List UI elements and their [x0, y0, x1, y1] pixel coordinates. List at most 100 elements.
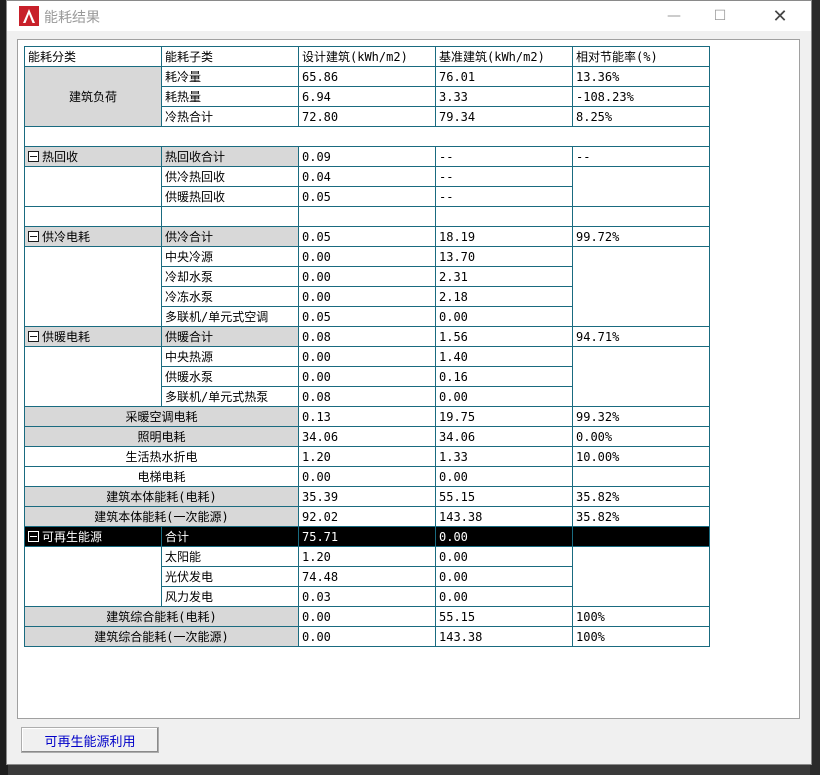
design-value-cell: 0.00 [298, 246, 436, 267]
baseline-value-cell: 34.06 [435, 426, 573, 447]
category-cell-heat-recovery[interactable]: 热回收 [24, 146, 162, 167]
baseline-value-cell: 2.31 [435, 266, 573, 287]
baseline-value-cell: 1.33 [435, 446, 573, 467]
summary-label-cell: 建筑本体能耗(电耗) [24, 486, 299, 507]
spacer-cell [435, 206, 573, 227]
baseline-value-cell: 0.00 [435, 526, 573, 547]
table-row[interactable]: 中央冷源 0.00 13.70 [24, 246, 710, 327]
saving-rate-cell: -- [572, 146, 710, 167]
subcategory-cell: 冷却水泵 [161, 266, 299, 287]
design-value-cell: 34.06 [298, 426, 436, 447]
subcategory-cell: 耗冷量 [161, 66, 299, 87]
baseline-value-cell: 0.00 [435, 546, 573, 567]
subcategory-cell: 太阳能 [161, 546, 299, 567]
table-row[interactable]: 中央热源 0.00 1.40 [24, 346, 710, 407]
header-cell: 能耗子类 [161, 46, 299, 67]
design-value-cell: 1.20 [298, 546, 436, 567]
saving-rate-cell: 13.36% [572, 66, 710, 87]
baseline-value-cell: 143.38 [435, 626, 573, 647]
close-button[interactable]: ✕ [757, 1, 803, 31]
design-value-cell: 0.00 [298, 286, 436, 307]
title-bar[interactable]: 能耗结果 — ☐ ✕ [7, 1, 811, 31]
summary-label-cell: 采暖空调电耗 [24, 406, 299, 427]
renewable-energy-use-button[interactable]: 可再生能源利用 [21, 727, 159, 753]
design-value-cell: 65.86 [298, 66, 436, 87]
subcategory-cell: 供暖水泵 [161, 366, 299, 387]
table-row[interactable]: 生活热水折电 1.20 1.33 10.00% [24, 446, 710, 467]
summary-label-cell: 照明电耗 [24, 426, 299, 447]
spacer-cell [298, 206, 436, 227]
subcategory-cell: 冷热合计 [161, 106, 299, 127]
table-row[interactable]: 采暖空调电耗 0.13 19.75 99.32% [24, 406, 710, 427]
subcategory-cell: 风力发电 [161, 586, 299, 607]
subcategory-cell: 供暖热回收 [161, 186, 299, 207]
subcategory-cell: 光伏发电 [161, 566, 299, 587]
spacer-cell [161, 206, 299, 227]
design-value-cell: 75.71 [298, 526, 436, 547]
table-row[interactable]: 建筑负荷 耗冷量 65.86 76.01 13.36% [24, 66, 710, 127]
category-cell-renewable[interactable]: 可再生能源 [24, 526, 162, 547]
baseline-value-cell: 0.00 [435, 306, 573, 327]
subcategory-cell: 中央热源 [161, 346, 299, 367]
baseline-value-cell: -- [435, 146, 573, 167]
empty-category-cell [24, 546, 162, 607]
category-label: 供暖电耗 [42, 330, 91, 344]
baseline-value-cell: 3.33 [435, 86, 573, 107]
category-cell-heating[interactable]: 供暖电耗 [24, 326, 162, 347]
spacer-cell [572, 206, 710, 227]
collapse-toggle-icon[interactable] [28, 231, 39, 242]
empty-rate-cell [572, 166, 710, 207]
design-value-cell: 1.20 [298, 446, 436, 467]
summary-label-cell: 建筑综合能耗(电耗) [24, 606, 299, 627]
subcategory-cell: 供冷热回收 [161, 166, 299, 187]
subcategory-cell: 合计 [161, 526, 299, 547]
baseline-value-cell: 19.75 [435, 406, 573, 427]
table-row[interactable]: 建筑本体能耗(一次能源) 92.02 143.38 35.82% [24, 506, 710, 527]
table-row[interactable]: 供暖电耗 供暖合计 0.08 1.56 94.71% [24, 326, 710, 347]
saving-rate-cell: 99.72% [572, 226, 710, 247]
table-row[interactable]: 电梯电耗 0.00 0.00 [24, 466, 710, 487]
collapse-toggle-icon[interactable] [28, 331, 39, 342]
design-value-cell: 92.02 [298, 506, 436, 527]
baseline-value-cell: 1.56 [435, 326, 573, 347]
table-row[interactable]: 热回收 热回收合计 0.09 -- -- [24, 146, 710, 167]
saving-rate-cell: 35.82% [572, 486, 710, 507]
subcategory-cell: 冷冻水泵 [161, 286, 299, 307]
table-row-selected[interactable]: 可再生能源 合计 75.71 0.00 [24, 526, 710, 547]
saving-rate-cell: 99.32% [572, 406, 710, 427]
table-row[interactable]: 供冷热回收 0.04 -- [24, 166, 710, 207]
subcategory-cell: 多联机/单元式空调 [161, 306, 299, 327]
table-row[interactable]: 照明电耗 34.06 34.06 0.00% [24, 426, 710, 447]
header-cell: 能耗分类 [24, 46, 162, 67]
design-value-cell: 0.00 [298, 266, 436, 287]
design-value-cell: 0.00 [298, 466, 436, 487]
collapse-toggle-icon[interactable] [28, 151, 39, 162]
subcategory-cell: 热回收合计 [161, 146, 299, 167]
baseline-value-cell: 55.15 [435, 606, 573, 627]
table-row[interactable]: 建筑综合能耗(一次能源) 0.00 143.38 100% [24, 626, 710, 647]
saving-rate-cell: 94.71% [572, 326, 710, 347]
saving-rate-cell [572, 466, 710, 487]
category-cell-cooling[interactable]: 供冷电耗 [24, 226, 162, 247]
table-row[interactable]: 太阳能 1.20 0.00 [24, 546, 710, 607]
collapse-toggle-icon[interactable] [28, 531, 39, 542]
table-row[interactable]: 建筑本体能耗(电耗) 35.39 55.15 35.82% [24, 486, 710, 507]
table-header-row: 能耗分类 能耗子类 设计建筑(kWh/m2) 基准建筑(kWh/m2) 相对节能… [24, 46, 710, 67]
design-value-cell: 0.08 [298, 386, 436, 407]
subcategory-cell: 多联机/单元式热泵 [161, 386, 299, 407]
table-row[interactable]: 供冷电耗 供冷合计 0.05 18.19 99.72% [24, 226, 710, 247]
empty-rate-cell [572, 546, 710, 607]
table-row[interactable]: 建筑综合能耗(电耗) 0.00 55.15 100% [24, 606, 710, 627]
design-value-cell: 0.00 [298, 606, 436, 627]
design-value-cell: 0.00 [298, 366, 436, 387]
energy-result-window: 能耗结果 — ☐ ✕ 能耗分类 能耗子类 设计建筑(kWh/m2) 基准建筑(k… [6, 0, 812, 765]
maximize-button[interactable]: ☐ [697, 1, 743, 31]
subcategory-cell: 供暖合计 [161, 326, 299, 347]
saving-rate-cell: 100% [572, 626, 710, 647]
minimize-button[interactable]: — [651, 1, 697, 31]
design-value-cell: 0.00 [298, 626, 436, 647]
category-label: 热回收 [42, 150, 79, 164]
energy-result-table: 能耗分类 能耗子类 设计建筑(kWh/m2) 基准建筑(kWh/m2) 相对节能… [24, 46, 710, 647]
saving-rate-cell: -108.23% [572, 86, 710, 107]
design-value-cell: 0.13 [298, 406, 436, 427]
